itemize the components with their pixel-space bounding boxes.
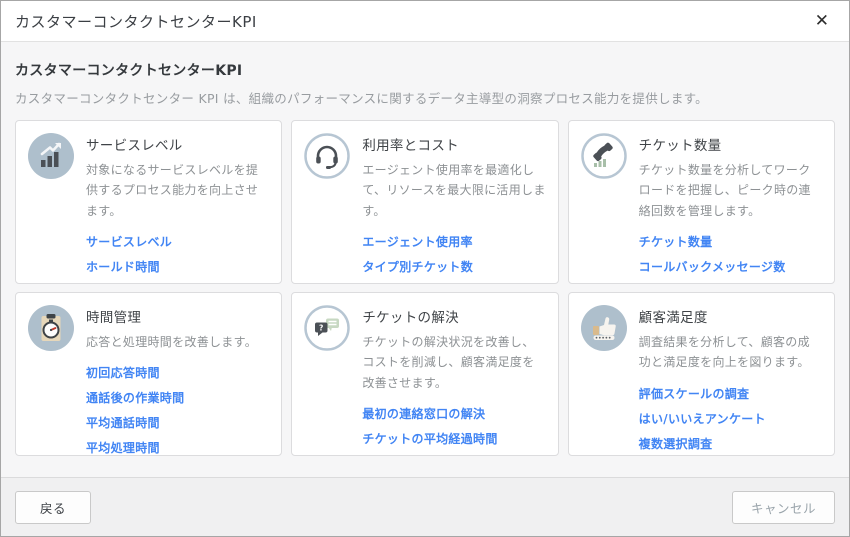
card-description: 対象になるサービスレベルを提供するプロセス能力を向上させます。 xyxy=(86,160,269,221)
card-service-level[interactable]: サービスレベル 対象になるサービスレベルを提供するプロセス能力を向上させます。 … xyxy=(15,120,282,284)
kpi-link-hold-time[interactable]: ホールド時間 xyxy=(86,258,269,275)
card-title: 時間管理 xyxy=(86,306,269,326)
chat-question-icon: ? xyxy=(304,305,350,351)
kpi-card-grid: サービスレベル 対象になるサービスレベルを提供するプロセス能力を向上させます。 … xyxy=(15,120,835,456)
card-description: エージェント使用率を最適化して、リソースを最大限に活用します。 xyxy=(362,160,545,221)
phone-traffic-icon xyxy=(581,133,627,179)
card-description: 応答と処理時間を改善します。 xyxy=(86,332,269,352)
kpi-link-yes-no-survey[interactable]: はい/いいえアンケート xyxy=(639,410,822,427)
kpi-link-avg-handle-time[interactable]: 平均処理時間 xyxy=(86,439,269,456)
kpi-link-avg-ticket-age[interactable]: チケットの平均経過時間 xyxy=(362,430,545,447)
cancel-button[interactable]: キャンセル xyxy=(732,491,835,524)
svg-text:?: ? xyxy=(319,323,323,332)
card-time-management[interactable]: 時間管理 応答と処理時間を改善します。 初回応答時間 通話後の作業時間 平均通話… xyxy=(15,292,282,456)
card-title: チケット数量 xyxy=(639,134,822,154)
card-utilization-cost[interactable]: 利用率とコスト エージェント使用率を最適化して、リソースを最大限に活用します。 … xyxy=(291,120,558,284)
dialog-titlebar: カスタマーコンタクトセンターKPI ✕ xyxy=(1,1,849,42)
kpi-link-agent-utilization[interactable]: エージェント使用率 xyxy=(362,233,545,250)
card-ticket-volume[interactable]: チケット数量 チケット数量を分析してワークロードを把握し、ピーク時の連絡回数を管… xyxy=(568,120,835,284)
dialog-content: カスタマーコンタクトセンターKPI カスタマーコンタクトセンター KPI は、組… xyxy=(1,42,849,477)
kpi-link-first-response-time[interactable]: 初回応答時間 xyxy=(86,364,269,381)
kpi-link-tickets-by-type[interactable]: タイプ別チケット数 xyxy=(362,258,545,275)
page-title: カスタマーコンタクトセンターKPI xyxy=(15,60,835,80)
headset-icon xyxy=(304,133,350,179)
kpi-dialog: カスタマーコンタクトセンターKPI ✕ カスタマーコンタクトセンターKPI カス… xyxy=(0,0,850,537)
card-title: サービスレベル xyxy=(86,134,269,154)
kpi-link-first-contact-resolution[interactable]: 最初の連絡窓口の解決 xyxy=(362,405,545,422)
kpi-link-ticket-volume[interactable]: チケット数量 xyxy=(639,233,822,250)
kpi-link-service-level[interactable]: サービスレベル xyxy=(86,233,269,250)
kpi-link-multiple-choice-survey[interactable]: 複数選択調査 xyxy=(639,435,822,452)
card-title: 顧客満足度 xyxy=(639,306,822,326)
kpi-link-abandon-rate[interactable]: 放棄率 xyxy=(86,283,269,284)
card-title: 利用率とコスト xyxy=(362,134,545,154)
bar-chart-growth-icon xyxy=(28,133,74,179)
card-description: チケット数量を分析してワークロードを把握し、ピーク時の連絡回数を管理します。 xyxy=(639,160,822,221)
back-button[interactable]: 戻る xyxy=(15,491,91,524)
dialog-footer: 戻る キャンセル xyxy=(1,477,849,536)
stopwatch-clipboard-icon xyxy=(28,305,74,351)
kpi-link-avg-talk-time[interactable]: 平均通話時間 xyxy=(86,414,269,431)
thumbs-up-icon xyxy=(581,305,627,351)
kpi-link-peak-hour-traffic[interactable]: ピーク時間トラフィック数 xyxy=(639,283,822,284)
card-title: チケットの解決 xyxy=(362,306,545,326)
kpi-link-callback-messages[interactable]: コールバックメッセージ数 xyxy=(639,258,822,275)
card-description: 調査結果を分析して、顧客の成功と満足度を向上を図ります。 xyxy=(639,332,822,373)
page-subtitle: カスタマーコンタクトセンター KPI は、組織のパフォーマンスに関するデータ主導… xyxy=(15,88,835,107)
close-icon[interactable]: ✕ xyxy=(811,11,833,32)
kpi-link-tickets-by-channel[interactable]: チャンネル別チケット数 xyxy=(362,283,545,284)
kpi-link-after-call-work-time[interactable]: 通話後の作業時間 xyxy=(86,389,269,406)
card-customer-satisfaction[interactable]: 顧客満足度 調査結果を分析して、顧客の成功と満足度を向上を図ります。 評価スケー… xyxy=(568,292,835,456)
card-description: チケットの解決状況を改善し、コストを削減し、顧客満足度を改善させます。 xyxy=(362,332,545,393)
card-ticket-resolution[interactable]: ? チケットの解決 チケットの解決状況を改善し、コストを削減し、顧客満足度を改善… xyxy=(291,292,558,456)
kpi-link-rating-scale-survey[interactable]: 評価スケールの調査 xyxy=(639,385,822,402)
dialog-title: カスタマーコンタクトセンターKPI xyxy=(15,11,257,32)
